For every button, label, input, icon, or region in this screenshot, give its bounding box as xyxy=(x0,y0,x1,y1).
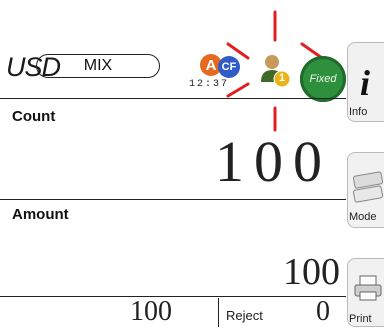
time-display: 12:37 xyxy=(189,79,230,90)
count-value: 100 xyxy=(215,129,332,194)
amount-value: 100 xyxy=(283,251,340,293)
user-icon xyxy=(261,55,291,88)
banknotes-icon xyxy=(352,171,384,203)
fixed-badge[interactable]: Fixed xyxy=(300,56,346,102)
count-divider xyxy=(0,199,346,200)
info-label: Info xyxy=(349,106,368,118)
bottom-divider xyxy=(218,298,219,327)
cf-badge: CF xyxy=(218,56,240,78)
bottom-row xyxy=(0,296,346,328)
fixed-label: Fixed xyxy=(309,73,337,85)
reject-value: 0 xyxy=(316,296,330,327)
printer-icon xyxy=(354,275,382,301)
count-label: Count xyxy=(12,108,56,125)
print-label: Print xyxy=(349,313,372,325)
mode-button-label: Mode xyxy=(349,211,377,223)
mode-selector[interactable]: MIX xyxy=(36,54,160,78)
info-icon: i xyxy=(360,63,371,103)
amount-label: Amount xyxy=(12,206,69,223)
reject-label: Reject xyxy=(226,308,263,323)
mode-label: MIX xyxy=(83,57,113,74)
batch-value: 100 xyxy=(130,296,172,327)
user-number: 1 xyxy=(279,72,286,84)
